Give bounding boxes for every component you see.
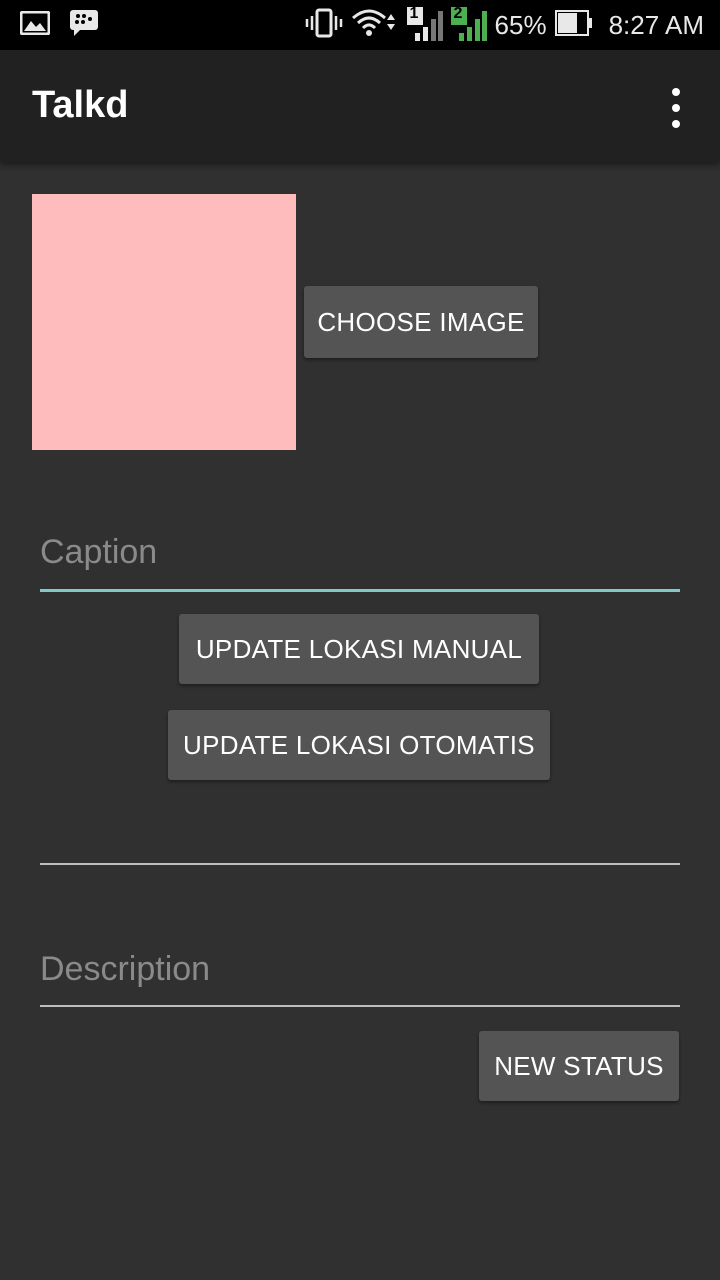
location-underline bbox=[40, 863, 680, 865]
new-status-button[interactable]: NEW STATUS bbox=[479, 1031, 679, 1101]
sim2-label: 2 bbox=[453, 5, 463, 22]
wifi-icon bbox=[351, 8, 399, 43]
choose-image-button[interactable]: CHOOSE IMAGE bbox=[304, 286, 538, 358]
clock: 8:27 AM bbox=[608, 9, 704, 40]
app-title: Talkd bbox=[32, 84, 129, 126]
description-placeholder: Description bbox=[40, 950, 211, 988]
location-field[interactable] bbox=[40, 800, 680, 866]
battery-icon bbox=[554, 9, 593, 41]
caption-placeholder: Caption bbox=[40, 533, 158, 571]
battery-percent: 65% bbox=[494, 9, 547, 40]
bbm-icon bbox=[70, 9, 98, 41]
signal-sim1-icon: 1 bbox=[406, 5, 443, 43]
sim1-label: 1 bbox=[409, 5, 419, 22]
description-underline bbox=[40, 1005, 680, 1007]
gallery-icon bbox=[19, 10, 51, 40]
caption-underline bbox=[40, 589, 680, 592]
app-toolbar: Talkd bbox=[0, 50, 720, 162]
overflow-menu-icon[interactable] bbox=[666, 88, 686, 128]
vibrate-icon bbox=[305, 8, 343, 43]
update-location-manual-button[interactable]: UPDATE LOKASI MANUAL bbox=[179, 614, 539, 684]
update-location-auto-button[interactable]: UPDATE LOKASI OTOMATIS bbox=[168, 710, 550, 780]
status-bar: 1 2 65% 8:27 AM bbox=[0, 0, 720, 50]
image-preview[interactable] bbox=[32, 194, 296, 450]
caption-field[interactable]: Caption bbox=[40, 525, 680, 595]
signal-sim2-icon: 2 bbox=[450, 5, 487, 43]
description-field[interactable]: Description bbox=[40, 940, 680, 1010]
